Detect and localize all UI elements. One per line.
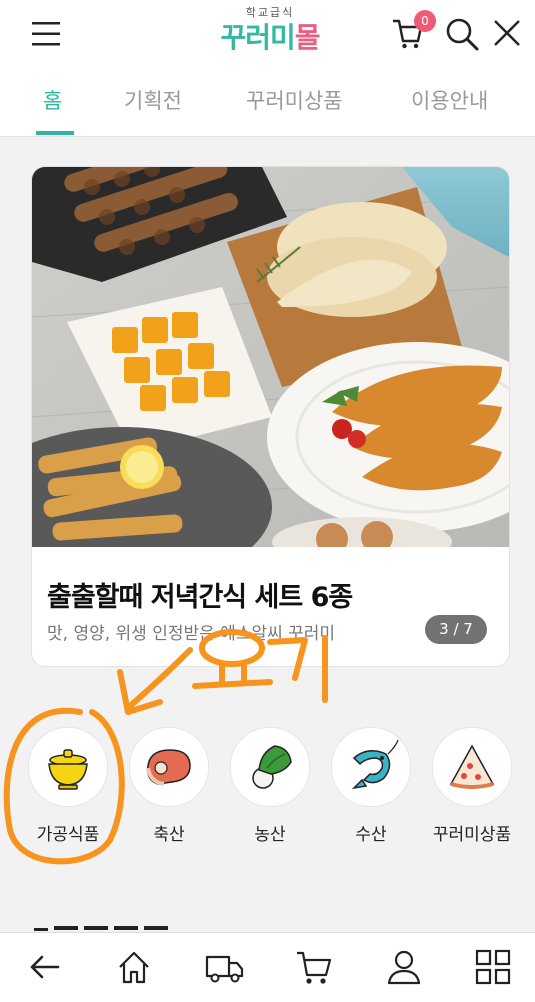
slide-counter: 3 / 7 — [425, 615, 487, 644]
banner-subtitle: 맛, 영양, 위생 인정받은 에스알씨 꾸러미 — [47, 624, 336, 644]
pizza-icon — [449, 744, 495, 789]
category-label: 가공식품 — [36, 825, 100, 845]
truck-icon[interactable] — [202, 945, 246, 989]
cart-icon[interactable] — [292, 945, 336, 989]
banner-card[interactable]: 출출할때 저녁간식 세트 6종 맛, 영양, 위생 인정받은 에스알씨 꾸러미 … — [31, 166, 510, 667]
tab-guide[interactable]: 이용안내 — [411, 86, 488, 116]
brand-logo[interactable]: 학교급식 꾸러미몰 — [215, 4, 325, 60]
category-label: 꾸러미상품 — [432, 825, 512, 845]
category-label: 농산 — [254, 825, 286, 845]
category-label: 축산 — [153, 825, 185, 845]
category-icon-circle — [129, 727, 209, 807]
menu-icon[interactable] — [30, 20, 62, 48]
tab-package-products[interactable]: 꾸러미상품 — [246, 86, 343, 116]
meat-icon — [146, 749, 191, 786]
banner-title: 출출할때 저녁간식 세트 6종 — [47, 582, 353, 613]
category-agriculture[interactable]: 농산 — [230, 727, 310, 845]
category-livestock[interactable]: 축산 — [129, 727, 209, 845]
tab-exhibition[interactable]: 기획전 — [124, 86, 182, 116]
category-processed-food[interactable]: 가공식품 — [28, 727, 108, 845]
category-icon-circle — [230, 727, 310, 807]
banner-food-photo — [32, 167, 509, 547]
close-icon[interactable] — [492, 18, 522, 48]
logo-wordmark: 꾸러미몰 — [220, 21, 320, 54]
active-tab-indicator — [36, 131, 74, 135]
home-icon[interactable] — [112, 945, 156, 989]
main-tabs: 홈 기획전 꾸러미상품 이용안내 — [0, 66, 535, 137]
search-icon[interactable] — [444, 16, 480, 52]
bottom-navigation — [0, 932, 535, 1002]
vegetable-icon — [252, 745, 292, 789]
app-header: 학교급식 꾸러미몰 0 — [0, 0, 535, 66]
category-icon-circle — [331, 727, 411, 807]
shrimp-icon — [351, 739, 399, 790]
bowl-icon — [48, 749, 88, 790]
category-icon-circle — [432, 727, 512, 807]
category-icon-circle — [28, 727, 108, 807]
category-seafood[interactable]: 수산 — [331, 727, 411, 845]
user-icon[interactable] — [382, 945, 426, 989]
grid-icon[interactable] — [471, 945, 515, 989]
tab-home[interactable]: 홈 — [43, 86, 62, 116]
category-package-product[interactable]: 꾸러미상품 — [432, 727, 512, 845]
back-arrow-icon[interactable] — [22, 945, 66, 989]
category-label: 수산 — [355, 825, 387, 845]
cart-count-badge: 0 — [414, 10, 436, 32]
